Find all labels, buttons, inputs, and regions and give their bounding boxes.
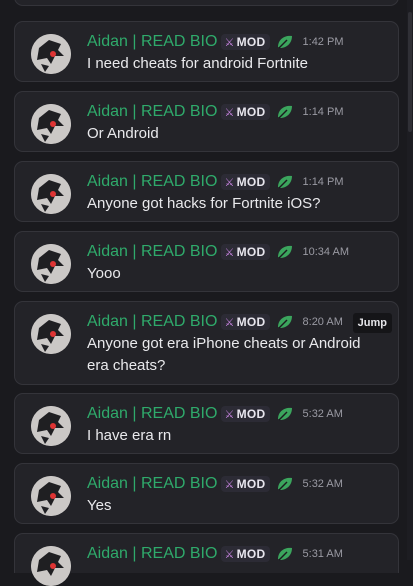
message-text: Yooo	[87, 265, 121, 282]
timestamp: 5:31 AM	[302, 548, 343, 560]
avatar[interactable]	[31, 406, 71, 446]
badge-label: MOD	[236, 315, 266, 329]
timestamp: 5:32 AM	[302, 478, 343, 490]
mod-badge: ⚔ MOD	[221, 406, 270, 422]
leaf-icon	[277, 245, 292, 259]
scrollbar-thumb[interactable]	[408, 12, 412, 132]
message-card[interactable]: Aidan | READ BIO ⚔ MOD 1:14 PM Anyone got…	[14, 161, 399, 222]
leaf-icon	[277, 547, 292, 561]
jump-button[interactable]: Jump	[352, 313, 392, 333]
timestamp: 1:42 PM	[302, 36, 344, 48]
leaf-icon	[277, 35, 292, 49]
leaf-icon	[277, 477, 292, 491]
sword-icon: ⚔	[224, 316, 235, 329]
timestamp: 10:34 AM	[302, 246, 349, 258]
username[interactable]: Aidan | READ BIO	[87, 405, 217, 423]
badge-label: MOD	[236, 35, 266, 49]
leaf-icon	[277, 407, 292, 421]
message-card[interactable]: Aidan | READ BIO ⚔ MOD 1:42 PM I need che…	[14, 21, 399, 82]
leaf-icon	[277, 105, 292, 119]
timestamp: 8:20 AM	[302, 316, 343, 328]
sword-icon: ⚔	[224, 106, 235, 119]
leaf-icon	[277, 315, 292, 329]
badge-label: MOD	[236, 547, 266, 561]
message-card[interactable]: Aidan | READ BIO ⚔ MOD 10:34 AM Yooo	[14, 231, 399, 292]
message-card[interactable]: Aidan | READ BIO ⚔ MOD 5:32 AM Yes	[14, 463, 399, 524]
message-card[interactable]: Aidan | READ BIO ⚔ MOD 1:14 PM Or Android	[14, 91, 399, 152]
mod-badge: ⚔ MOD	[221, 476, 270, 492]
badge-label: MOD	[236, 477, 266, 491]
avatar[interactable]	[31, 476, 71, 516]
badge-label: MOD	[236, 407, 266, 421]
avatar[interactable]	[31, 314, 71, 354]
message-feed: Aidan | READ BIO ⚔ MOD 1:42 PM I need che…	[0, 0, 413, 586]
username[interactable]: Aidan | READ BIO	[87, 173, 217, 191]
message-text: Anyone got hacks for Fortnite iOS?	[87, 195, 321, 212]
message-text: era cheats?	[87, 357, 166, 374]
sword-icon: ⚔	[224, 478, 235, 491]
username[interactable]: Aidan | READ BIO	[87, 243, 217, 261]
avatar[interactable]	[31, 244, 71, 284]
message-text: Yes	[87, 497, 112, 514]
message-card[interactable]: Aidan | READ BIO ⚔ MOD 8:20 AM Anyone got…	[14, 301, 399, 385]
timestamp: 1:14 PM	[302, 106, 344, 118]
avatar[interactable]	[31, 34, 71, 74]
timestamp: 1:14 PM	[302, 176, 344, 188]
message-text: Anyone got era iPhone cheats or Android	[87, 335, 361, 352]
sword-icon: ⚔	[224, 36, 235, 49]
mod-badge: ⚔ MOD	[221, 314, 270, 330]
sword-icon: ⚔	[224, 548, 235, 561]
message-card-partial	[14, 0, 399, 6]
badge-label: MOD	[236, 105, 266, 119]
avatar[interactable]	[31, 104, 71, 144]
sword-icon: ⚔	[224, 176, 235, 189]
username[interactable]: Aidan | READ BIO	[87, 33, 217, 51]
username[interactable]: Aidan | READ BIO	[87, 313, 217, 331]
mod-badge: ⚔ MOD	[221, 104, 270, 120]
badge-label: MOD	[236, 175, 266, 189]
message-text: I need cheats for android Fortnite	[87, 55, 308, 72]
badge-label: MOD	[236, 245, 266, 259]
message-text: I have era rn	[87, 427, 172, 444]
timestamp: 5:32 AM	[302, 408, 343, 420]
mod-badge: ⚔ MOD	[221, 174, 270, 190]
mod-badge: ⚔ MOD	[221, 244, 270, 260]
username[interactable]: Aidan | READ BIO	[87, 103, 217, 121]
username[interactable]: Aidan | READ BIO	[87, 475, 217, 493]
sword-icon: ⚔	[224, 408, 235, 421]
avatar[interactable]	[31, 546, 71, 586]
sword-icon: ⚔	[224, 246, 235, 259]
message-card[interactable]: Aidan | READ BIO ⚔ MOD 5:31 AM	[14, 533, 399, 586]
leaf-icon	[277, 175, 292, 189]
avatar[interactable]	[31, 174, 71, 214]
username[interactable]: Aidan | READ BIO	[87, 545, 217, 563]
mod-badge: ⚔ MOD	[221, 34, 270, 50]
message-text: Or Android	[87, 125, 159, 142]
message-card[interactable]: Aidan | READ BIO ⚔ MOD 5:32 AM I have era…	[14, 393, 399, 454]
